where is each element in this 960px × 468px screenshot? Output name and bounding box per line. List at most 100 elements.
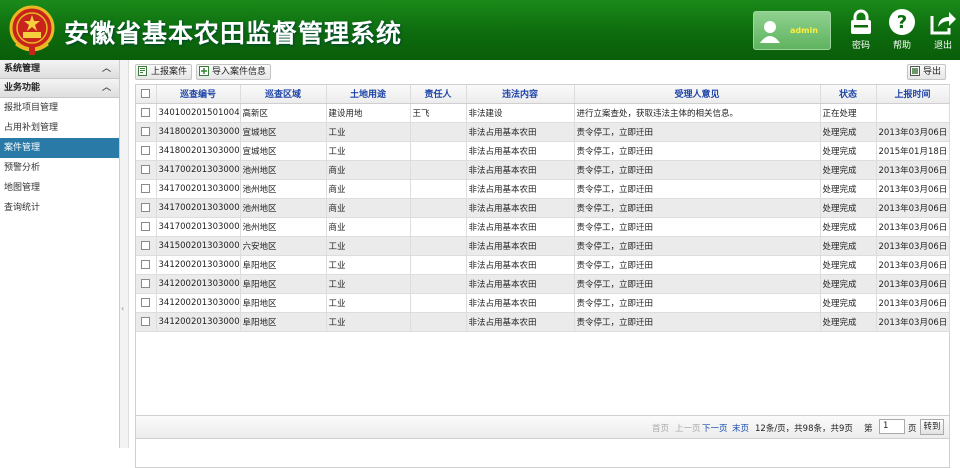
table-cell: 2013年03月06日 [876,179,950,199]
column-header[interactable]: 状态 [820,85,877,104]
column-header[interactable]: 巡查编号 [156,85,241,104]
table-row[interactable]: 340100201501004 高新区 建设用地 王飞 非法建设 进行立案查处，获取违法主… [136,103,950,123]
column-header[interactable]: 责任人 [410,85,467,104]
export-button[interactable]: 导出 [907,64,947,80]
table-cell: 阜阳地区 [240,255,327,275]
table-cell: 阜阳地区 [240,312,327,332]
toolbar: 上报案件 导入案件信息 导出 [135,62,950,82]
select-all-checkbox[interactable] [136,85,157,104]
table-row[interactable]: 3417002013030003 池州地区 商业 非法占用基本农田 责令停工，立即迁田处… [136,179,950,199]
row-checkbox[interactable] [136,236,157,256]
sidebar-group-business[interactable]: 业务功能 ︿ [0,79,119,98]
row-checkbox[interactable] [136,141,157,161]
sidebar-item[interactable]: 报批项目管理 [0,98,119,118]
user-panel[interactable]: admin [753,11,831,50]
table-cell: 2013年03月06日 [876,274,950,294]
row-checkbox[interactable] [136,293,157,313]
table-cell: 工业 [326,122,411,142]
table-cell [410,236,467,256]
table-cell: 商业 [326,179,411,199]
table-cell: 3417002013030001 [156,217,241,237]
next-page-link[interactable]: 下一页 [702,422,728,434]
logout-button[interactable]: 退出 [925,8,960,56]
table-cell [410,312,467,332]
row-checkbox[interactable] [136,274,157,294]
table-cell: 处理完成 [820,198,877,218]
table-cell: 3412002013030008 [156,274,241,294]
help-label: 帮助 [892,41,911,51]
table-cell: 3412002013030006 [156,312,241,332]
table-cell: 池州地区 [240,160,327,180]
first-page-link[interactable]: 首页 [652,422,669,434]
table-cell: 2013年03月06日 [876,160,950,180]
table-cell: 非法占用基本农田 [466,122,575,142]
go-to-page-button[interactable]: 转到 [920,419,944,435]
table-cell: 2013年03月06日 [876,122,950,142]
table-cell: 处理完成 [820,255,877,275]
table-row[interactable]: 3417002013030002 池州地区 商业 非法占用基本农田 责令停工，立即迁田处… [136,198,950,218]
table-cell: 责令停工，立即迁田 [574,160,821,180]
sidebar-group-label: 业务功能 [4,83,41,93]
column-header[interactable]: 土地用途 [326,85,411,104]
table-row[interactable]: 3418002013030001 宣城地区 工业 非法占用基本农田 责令停工，立即迁田处… [136,141,950,161]
column-header[interactable]: 受理人意见 [574,85,821,104]
table-row[interactable]: 3418002013030002 宣城地区 工业 非法占用基本农田 责令停工，立即迁田处… [136,122,950,142]
sidebar-item[interactable]: 占用补划管理 [0,118,119,138]
table-cell: 责令停工，立即迁田 [574,179,821,199]
table-row[interactable]: 3415002013030001 六安地区 工业 非法占用基本农田 责令停工，立即迁田处… [136,236,950,256]
table-cell: 非法占用基本农田 [466,198,575,218]
table-row[interactable]: 3412002013030008 阜阳地区 工业 非法占用基本农田 责令停工，立即迁田处… [136,274,950,294]
row-checkbox[interactable] [136,217,157,237]
table-cell: 2013年03月06日 [876,217,950,237]
table-cell: 责令停工，立即迁田 [574,274,821,294]
report-case-button[interactable]: 上报案件 [135,64,193,80]
row-checkbox[interactable] [136,312,157,332]
table-row[interactable]: 3417002013030004 池州地区 商业 非法占用基本农田 责令停工，立即迁田处… [136,160,950,180]
column-header[interactable]: 违法内容 [466,85,575,104]
row-checkbox[interactable] [136,198,157,218]
help-button[interactable]: ? 帮助 [884,8,920,56]
table-row[interactable]: 3412002013030006 阜阳地区 工业 非法占用基本农田 责令停工，立即迁田处… [136,312,950,332]
row-checkbox[interactable] [136,122,157,142]
table-cell: 工业 [326,255,411,275]
page-number-input[interactable]: 1 [879,419,905,434]
table-cell: 2013年03月06日 [876,293,950,313]
table-cell: 非法建设 [466,103,575,123]
table-cell: 高新区 [240,103,327,123]
table-row[interactable]: 3412002013030009 阜阳地区 工业 非法占用基本农田 责令停工，立即迁田处… [136,255,950,275]
table-row[interactable]: 3412002013030007 阜阳地区 工业 非法占用基本农田 责令停工，立即迁田处… [136,293,950,313]
table-row[interactable]: 3417002013030001 池州地区 商业 非法占用基本农田 责令停工，立即迁田处… [136,217,950,237]
prev-page-link[interactable]: 上一页 [675,422,701,434]
sidebar-item[interactable]: 地图管理 [0,178,119,198]
collapse-arrow-icon[interactable]: ‹ [121,304,124,313]
row-checkbox[interactable] [136,103,157,123]
table-cell [410,179,467,199]
row-checkbox[interactable] [136,255,157,275]
row-checkbox[interactable] [136,179,157,199]
page-suffix: 页 [908,424,917,434]
sidebar-item[interactable]: 预警分析 [0,158,119,178]
sidebar-item[interactable]: 查询统计 [0,198,119,218]
table-cell [410,255,467,275]
column-header[interactable]: 巡查区域 [240,85,327,104]
table-cell: 责令停工，立即迁田 [574,217,821,237]
column-header[interactable]: 上报时间 [876,85,950,104]
table-cell [410,217,467,237]
last-page-link[interactable]: 末页 [732,422,749,434]
sidebar: 系统管理 ︿ 业务功能 ︿ 报批项目管理 占用补划管理 案件管理 预警分析 地图管理 查询… [0,60,120,448]
import-case-label: 导入案件信息 [212,67,267,77]
sidebar-group-system[interactable]: 系统管理 ︿ [0,60,119,79]
table-cell: 工业 [326,293,411,313]
table-cell: 阜阳地区 [240,274,327,294]
row-checkbox[interactable] [136,160,157,180]
table-cell: 非法占用基本农田 [466,293,575,313]
table-cell: 处理完成 [820,160,877,180]
table-cell: 建设用地 [326,103,411,123]
sidebar-item[interactable]: 案件管理 [0,138,119,158]
table-cell: 进行立案查处，获取违法主体的相关信息。 [574,103,821,123]
sidebar-splitter[interactable]: ‹ [120,60,129,448]
table-cell: 非法占用基本农田 [466,160,575,180]
import-case-button[interactable]: 导入案件信息 [196,64,272,80]
password-button[interactable]: 密码 [843,8,879,56]
table-cell: 处理完成 [820,217,877,237]
